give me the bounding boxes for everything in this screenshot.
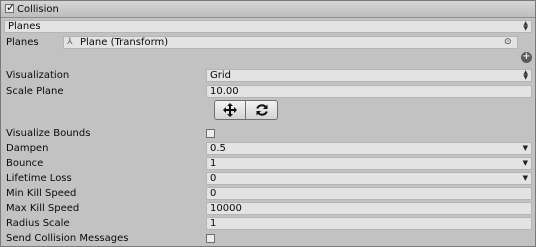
lifetime-loss-value: 0 — [210, 173, 217, 184]
refresh-icon — [255, 104, 268, 116]
move-arrows-icon — [223, 103, 237, 117]
visualization-label: Visualization — [6, 70, 70, 81]
radius-scale-value: 1 — [210, 218, 217, 229]
radius-scale-label: Radius Scale — [6, 218, 70, 229]
module-enabled-checkbox[interactable]: ✓ — [5, 1, 16, 14]
planes-label: Planes — [6, 37, 39, 48]
module-title: Collision — [17, 4, 59, 15]
lifetime-loss-label: Lifetime Loss — [6, 173, 72, 184]
max-kill-speed-value: 10000 — [210, 203, 242, 214]
dampen-label: Dampen — [6, 143, 49, 154]
chevron-down-icon[interactable]: ▼ — [523, 143, 528, 154]
bounce-input[interactable]: 1 ▼ — [206, 157, 532, 170]
chevron-down-icon[interactable]: ▼ — [523, 158, 528, 169]
lifetime-loss-input[interactable]: 0 ▼ — [206, 172, 532, 185]
module-header[interactable]: ✓ Collision — [1, 1, 535, 18]
visualize-bounds-label: Visualize Bounds — [6, 128, 91, 139]
add-plane-icon[interactable]: + — [521, 52, 532, 63]
dampen-input[interactable]: 0.5 ▼ — [206, 142, 532, 155]
scale-plane-label: Scale Plane — [6, 86, 64, 97]
chevron-down-icon[interactable]: ▼ — [523, 173, 528, 184]
collision-module-panel: ✓ Collision Planes ▲ ▼ Planes ⅄ Plane (Tr… — [0, 0, 536, 247]
move-tool-button[interactable] — [214, 100, 246, 120]
max-kill-speed-input[interactable]: 10000 — [206, 202, 532, 215]
checkmark-icon: ✓ — [6, 1, 16, 14]
planes-mode-value: Planes — [8, 21, 41, 32]
planes-mode-dropdown[interactable]: Planes ▲ ▼ — [4, 20, 532, 33]
scale-plane-value: 10.00 — [210, 86, 239, 97]
min-kill-speed-label: Min Kill Speed — [6, 188, 77, 199]
scale-plane-input[interactable]: 10.00 — [206, 85, 532, 98]
plane-object-value: Plane (Transform) — [80, 37, 169, 48]
bounce-value: 1 — [210, 158, 217, 169]
plane-object-field[interactable]: ⅄ Plane (Transform) — [63, 36, 518, 49]
updown-arrows-icon: ▲ ▼ — [523, 69, 528, 81]
visualization-value: Grid — [210, 70, 231, 81]
refresh-tool-button[interactable] — [246, 100, 278, 120]
updown-arrows-icon: ▲ ▼ — [523, 20, 528, 32]
bounce-label: Bounce — [6, 158, 44, 169]
object-picker-icon[interactable]: ⊙ — [504, 37, 512, 48]
transform-icon: ⅄ — [67, 37, 73, 47]
send-collision-messages-label: Send Collision Messages — [6, 233, 129, 244]
radius-scale-input[interactable]: 1 — [206, 217, 532, 230]
visualize-bounds-checkbox[interactable] — [206, 129, 215, 138]
send-collision-messages-checkbox[interactable] — [206, 234, 215, 243]
max-kill-speed-label: Max Kill Speed — [6, 203, 80, 214]
visualization-dropdown[interactable]: Grid ▲ ▼ — [206, 69, 532, 82]
min-kill-speed-input[interactable]: 0 — [206, 187, 532, 200]
min-kill-speed-value: 0 — [210, 188, 217, 199]
dampen-value: 0.5 — [210, 143, 226, 154]
